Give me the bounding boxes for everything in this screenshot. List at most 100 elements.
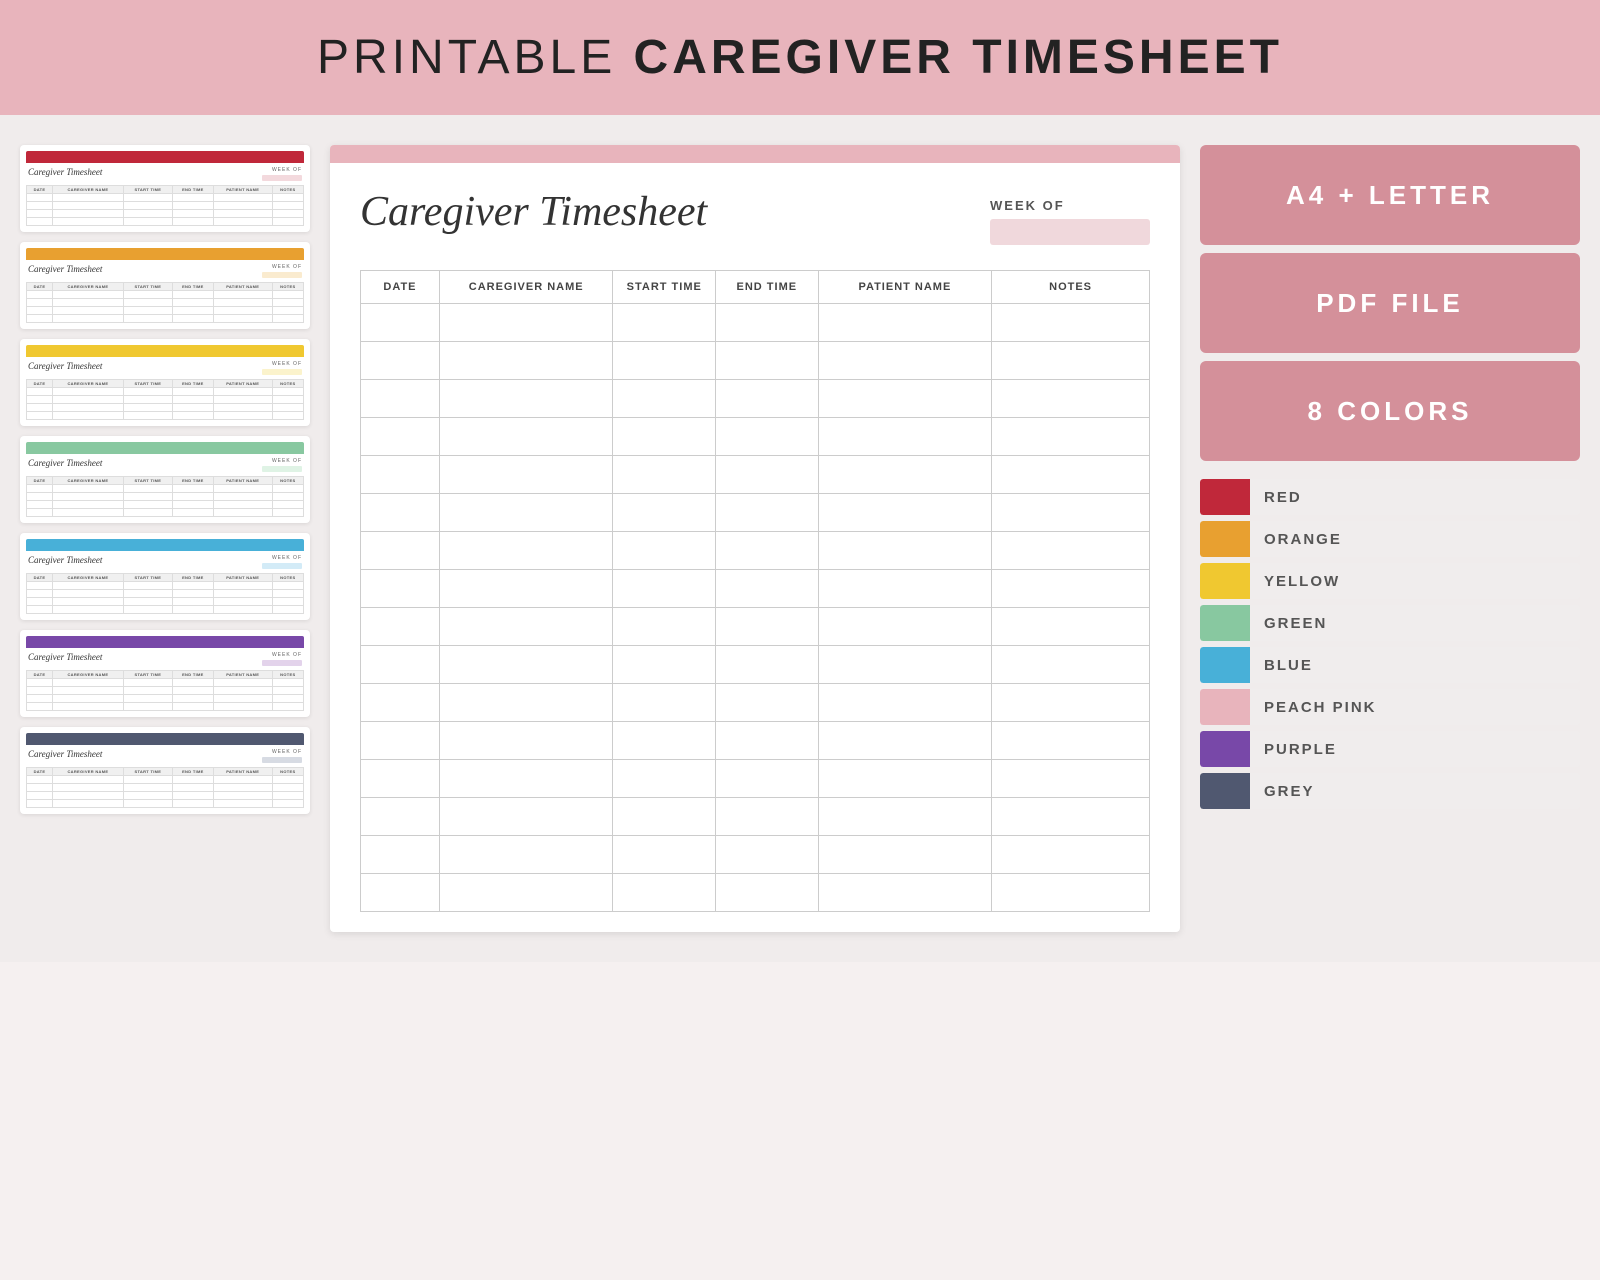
- preview-row: [27, 695, 304, 703]
- preview-cell: [52, 792, 123, 800]
- preview-cell: [123, 703, 172, 711]
- right-column: A4 + LETTERPDF FILE8 COLORSREDORANGEYELL…: [1200, 145, 1580, 932]
- table-cell: [992, 380, 1150, 418]
- preview-col-header: START TIME: [123, 186, 172, 194]
- preview-row: [27, 598, 304, 606]
- table-cell: [439, 722, 613, 760]
- preview-cell: [213, 210, 272, 218]
- table-cell: [361, 874, 440, 912]
- preview-cell: [52, 412, 123, 420]
- preview-cell: [27, 388, 53, 396]
- color-swatch: [1200, 605, 1250, 641]
- table-cell: [361, 494, 440, 532]
- preview-col-header: END TIME: [172, 671, 213, 679]
- preview-col-header: CAREGIVER NAME: [52, 574, 123, 582]
- preview-cell: [172, 582, 213, 590]
- preview-card: Caregiver TimesheetWEEK OFDATECAREGIVER …: [20, 630, 310, 717]
- preview-cell: [272, 218, 303, 226]
- preview-week-label: WEEK OF: [272, 458, 302, 464]
- table-cell: [439, 494, 613, 532]
- table-cell: [439, 570, 613, 608]
- preview-mini-table: DATECAREGIVER NAMESTART TIMEEND TIMEPATI…: [26, 670, 304, 711]
- info-badge-text: PDF FILE: [1316, 288, 1464, 319]
- table-row: [361, 304, 1150, 342]
- preview-row: [27, 388, 304, 396]
- table-cell: [818, 836, 992, 874]
- preview-cell: [27, 598, 53, 606]
- table-cell: [818, 304, 992, 342]
- preview-cell: [52, 485, 123, 493]
- preview-col-header: DATE: [27, 283, 53, 291]
- table-cell: [439, 380, 613, 418]
- table-cell: [992, 608, 1150, 646]
- preview-cell: [123, 493, 172, 501]
- table-cell: [613, 874, 716, 912]
- preview-cell: [172, 396, 213, 404]
- info-badge-text: 8 COLORS: [1308, 396, 1473, 427]
- preview-col-header: CAREGIVER NAME: [52, 768, 123, 776]
- color-item: BLUE: [1200, 647, 1580, 683]
- table-cell: [361, 304, 440, 342]
- table-cell: [613, 342, 716, 380]
- table-cell: [818, 570, 992, 608]
- preview-col-header: NOTES: [272, 380, 303, 388]
- preview-cell: [27, 679, 53, 687]
- preview-cell: [52, 396, 123, 404]
- preview-cell: [272, 606, 303, 614]
- preview-col-header: NOTES: [272, 283, 303, 291]
- preview-accent-bar: [26, 442, 304, 454]
- preview-cell: [213, 485, 272, 493]
- color-swatch: [1200, 773, 1250, 809]
- table-cell: [361, 532, 440, 570]
- preview-card: Caregiver TimesheetWEEK OFDATECAREGIVER …: [20, 145, 310, 232]
- preview-col-header: END TIME: [172, 283, 213, 291]
- preview-cell: [272, 299, 303, 307]
- preview-col-header: CAREGIVER NAME: [52, 283, 123, 291]
- color-label: ORANGE: [1250, 521, 1580, 557]
- table-cell: [818, 494, 992, 532]
- table-cell: [818, 418, 992, 456]
- preview-cell: [27, 800, 53, 808]
- color-label: PEACH PINK: [1250, 689, 1580, 725]
- preview-col-header: CAREGIVER NAME: [52, 477, 123, 485]
- preview-col-header: DATE: [27, 477, 53, 485]
- table-cell: [992, 760, 1150, 798]
- table-cell: [992, 570, 1150, 608]
- preview-title-area: Caregiver TimesheetWEEK OF: [26, 555, 304, 569]
- preview-cell: [172, 598, 213, 606]
- preview-cell: [123, 218, 172, 226]
- table-cell: [613, 722, 716, 760]
- preview-cell: [27, 485, 53, 493]
- preview-cell: [27, 792, 53, 800]
- preview-cell: [27, 509, 53, 517]
- page-header: PRINTABLE CAREGIVER TIMESHEET: [0, 0, 1600, 115]
- preview-accent-bar: [26, 636, 304, 648]
- preview-col-header: END TIME: [172, 477, 213, 485]
- preview-col-header: DATE: [27, 574, 53, 582]
- preview-week-label: WEEK OF: [272, 749, 302, 755]
- preview-cell: [272, 501, 303, 509]
- preview-col-header: PATIENT NAME: [213, 574, 272, 582]
- preview-cell: [52, 776, 123, 784]
- preview-card: Caregiver TimesheetWEEK OFDATECAREGIVER …: [20, 242, 310, 329]
- preview-mini-table: DATECAREGIVER NAMESTART TIMEEND TIMEPATI…: [26, 767, 304, 808]
- table-cell: [992, 646, 1150, 684]
- preview-week-label: WEEK OF: [272, 167, 302, 173]
- table-row: [361, 608, 1150, 646]
- preview-cell: [52, 784, 123, 792]
- table-cell: [716, 684, 819, 722]
- preview-col-header: PATIENT NAME: [213, 477, 272, 485]
- main-col-header: NOTES: [992, 271, 1150, 304]
- preview-title-area: Caregiver TimesheetWEEK OF: [26, 361, 304, 375]
- preview-card: Caregiver TimesheetWEEK OFDATECAREGIVER …: [20, 727, 310, 814]
- preview-row: [27, 590, 304, 598]
- preview-col-header: END TIME: [172, 574, 213, 582]
- preview-accent-bar: [26, 151, 304, 163]
- preview-cell: [123, 590, 172, 598]
- main-week-of: WEEK OF: [990, 198, 1150, 245]
- table-row: [361, 532, 1150, 570]
- preview-cell: [172, 404, 213, 412]
- preview-cell: [52, 687, 123, 695]
- color-swatch: [1200, 521, 1250, 557]
- preview-cell: [27, 687, 53, 695]
